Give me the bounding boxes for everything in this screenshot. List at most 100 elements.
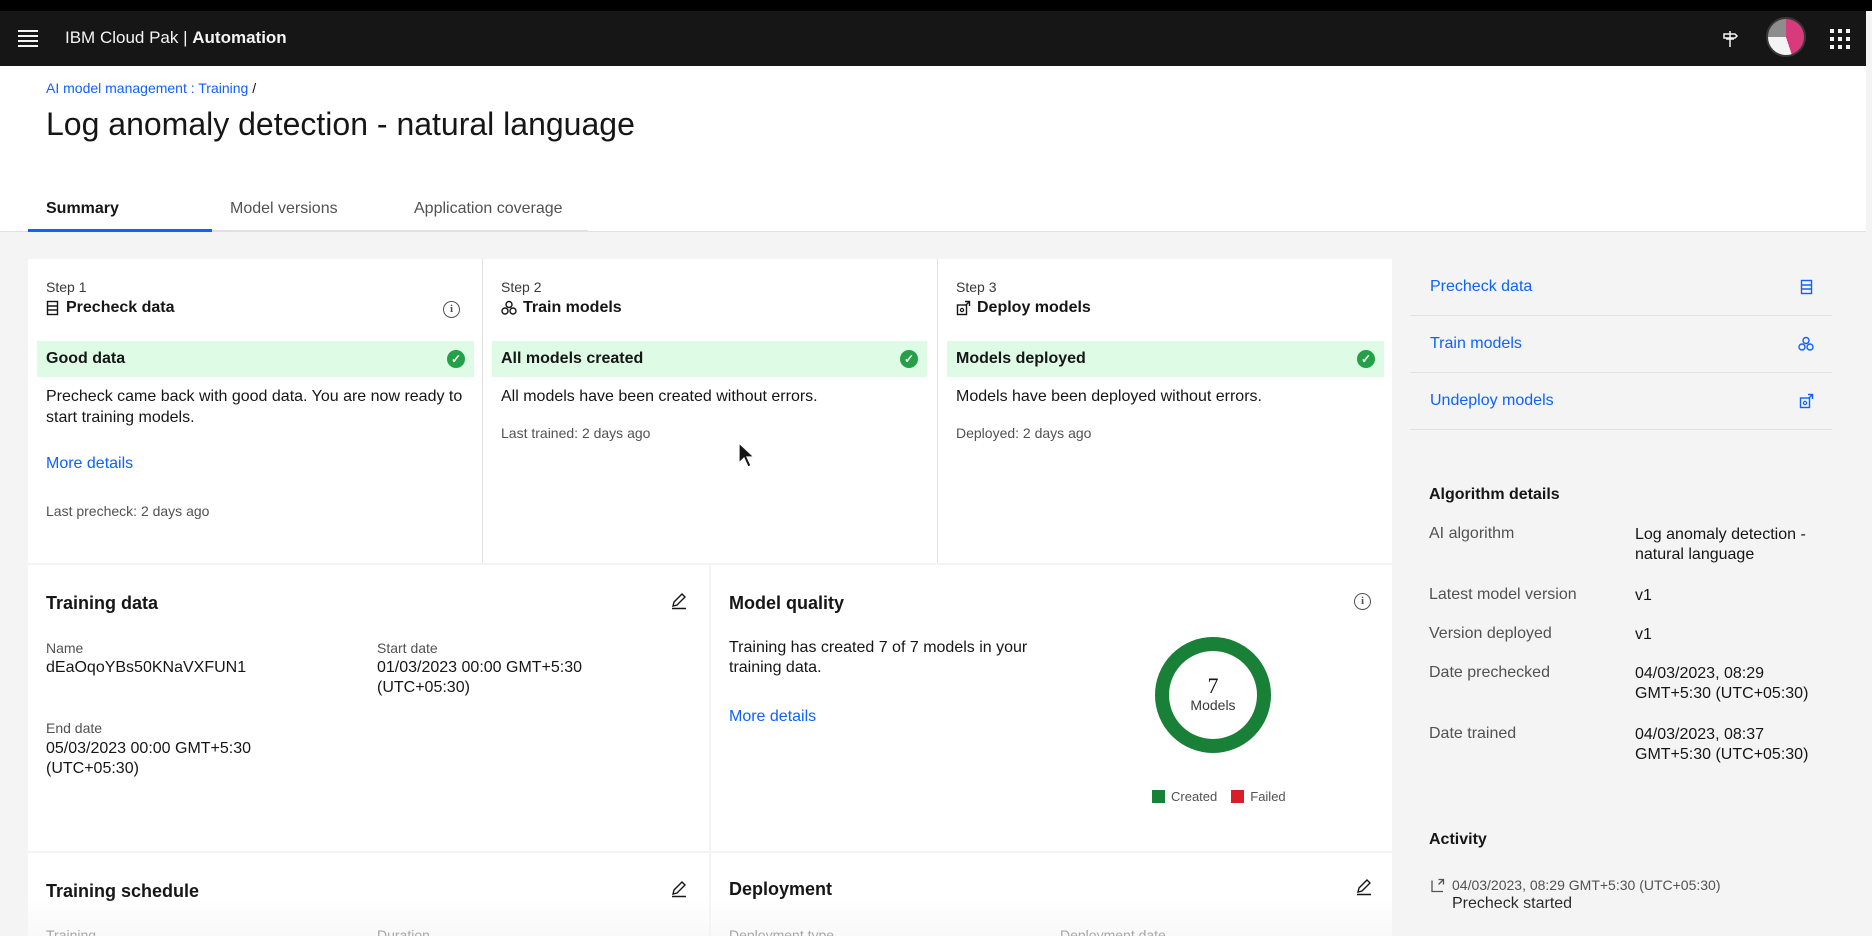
avatar[interactable]: [1766, 17, 1806, 57]
train-icon: [1798, 336, 1814, 351]
breadcrumb: AI model management : Training /: [46, 80, 256, 96]
activity-timestamp: 04/03/2023, 08:29 GMT+5:30 (UTC+05:30): [1452, 877, 1721, 893]
training-schedule-card: Training schedule Training Duration: [28, 853, 709, 936]
action-label: Train models: [1430, 335, 1522, 352]
tab-model-versions[interactable]: Model versions: [212, 196, 396, 232]
step-title: Precheck data: [46, 299, 175, 317]
top-strip: [0, 0, 1872, 11]
step-precheck: Step 1 Precheck data i Good data ✓ Prech…: [28, 259, 483, 563]
detail-value: 04/03/2023, 08:29 GMT+5:30 (UTC+05:30): [1635, 665, 1809, 702]
brand-name: Automation: [192, 28, 287, 47]
step-title-text: Train models: [523, 299, 622, 316]
app-header: IBM Cloud Pak | Automation: [0, 11, 1872, 66]
breadcrumb-link[interactable]: AI model management : Training: [46, 80, 248, 96]
status-text: All models created: [501, 350, 644, 367]
undeploy-models-action[interactable]: Undeploy models: [1410, 373, 1832, 430]
checkmark-icon: ✓: [447, 350, 465, 368]
signpost-icon[interactable]: [1716, 25, 1744, 53]
detail-value: 04/03/2023, 08:37 GMT+5:30 (UTC+05:30): [1635, 726, 1809, 763]
step-meta: Deployed: 2 days ago: [956, 425, 1092, 441]
legend-label-failed: Failed: [1250, 789, 1286, 804]
legend-label-created: Created: [1171, 789, 1218, 804]
detail-label: Version deployed: [1429, 625, 1552, 642]
side-actions: Precheck data Train models Undeploy mode…: [1410, 259, 1832, 430]
detail-value: Log anomaly detection - natural language: [1635, 526, 1806, 563]
step-deploy: Step 3 Deploy models Models deployed ✓ M…: [938, 259, 1393, 563]
training-data-card: Training data Name dEaOqoYBs50KNaVXFUN1 …: [28, 565, 709, 851]
model-quality-card: Model quality i Training has created 7 o…: [711, 565, 1392, 851]
step-meta: Last precheck: 2 days ago: [46, 503, 210, 519]
train-models-action[interactable]: Train models: [1410, 316, 1832, 373]
step-number: Step 2: [501, 279, 542, 295]
section-title: Training schedule: [46, 881, 200, 901]
edit-icon[interactable]: [670, 592, 690, 612]
menu-icon[interactable]: [18, 30, 38, 47]
action-label: Precheck data: [1430, 278, 1533, 295]
precheck-icon: [46, 300, 59, 316]
chart-legend: Created Failed: [1152, 789, 1286, 804]
step-number: Step 3: [956, 279, 997, 295]
start-date-label: Start date: [377, 640, 438, 656]
edit-icon[interactable]: [1355, 878, 1375, 898]
step-title: Deploy models: [956, 299, 1091, 317]
app-switcher-icon[interactable]: [1826, 25, 1854, 53]
start-date-value: 01/03/2023 00:00 GMT+5:30 (UTC+05:30): [377, 659, 583, 696]
legend-swatch-failed: [1231, 790, 1245, 803]
more-details-link[interactable]: More details: [46, 455, 133, 473]
section-title: Model quality: [729, 593, 845, 613]
detail-label: Date prechecked: [1429, 664, 1550, 681]
info-icon[interactable]: i: [443, 301, 460, 318]
precheck-data-action[interactable]: Precheck data: [1410, 259, 1832, 316]
mouse-cursor-icon: [738, 442, 754, 468]
deployment-type-label: Deployment type: [729, 927, 835, 936]
duration-label: Duration: [377, 927, 430, 936]
checkmark-icon: ✓: [900, 350, 918, 368]
section-title: Deployment: [729, 879, 833, 899]
tab-summary[interactable]: Summary: [28, 196, 212, 232]
brand-prefix: IBM Cloud Pak |: [65, 28, 193, 47]
step-description: Precheck came back with good data. You a…: [46, 388, 463, 426]
detail-value: v1: [1635, 587, 1652, 604]
train-icon: [501, 300, 517, 315]
step-title: Train models: [501, 299, 622, 317]
detail-label: AI algorithm: [1429, 525, 1515, 542]
page-edge: [1866, 11, 1872, 936]
deployment-card: Deployment Deployment type Deployment da…: [711, 853, 1392, 936]
status-banner: Good data ✓: [37, 341, 474, 377]
action-label: Undeploy models: [1430, 392, 1554, 409]
undeploy-icon: [1799, 393, 1814, 409]
detail-label: Date trained: [1429, 725, 1517, 742]
legend-swatch-created: [1152, 790, 1165, 803]
activity-precheck-icon: [1431, 878, 1445, 893]
page-title: Log anomaly detection - natural language: [46, 106, 635, 142]
more-details-link[interactable]: More details: [729, 707, 816, 727]
deployment-date-label: Deployment date: [1060, 927, 1166, 936]
deploy-icon: [956, 300, 971, 316]
step-train: Step 2 Train models All models created ✓…: [483, 259, 938, 563]
section-title: Training data: [46, 593, 159, 613]
step-meta: Last trained: 2 days ago: [501, 425, 651, 441]
name-value: dEaOqoYBs50KNaVXFUN1: [46, 659, 247, 676]
tab-list: Summary Model versions Application cover…: [28, 196, 588, 232]
status-banner: Models deployed ✓: [947, 341, 1384, 377]
quality-description: Training has created 7 of 7 models in yo…: [729, 639, 1028, 676]
training-label: Training: [46, 927, 97, 936]
info-icon[interactable]: i: [1354, 593, 1371, 610]
status-banner: All models created ✓: [492, 341, 927, 377]
step-title-text: Deploy models: [977, 299, 1091, 316]
tab-application-coverage[interactable]: Application coverage: [396, 196, 588, 232]
algorithm-details-title: Algorithm details: [1429, 486, 1560, 503]
activity-text: Precheck started: [1452, 895, 1573, 912]
end-date-value: 05/03/2023 00:00 GMT+5:30 (UTC+05:30): [46, 740, 252, 777]
step-description: All models have been created without err…: [501, 388, 818, 405]
status-text: Good data: [46, 350, 126, 367]
steps-card: Step 1 Precheck data i Good data ✓ Prech…: [28, 259, 1392, 563]
checkmark-icon: ✓: [1357, 350, 1375, 368]
precheck-icon: [1800, 279, 1813, 295]
donut-count: 7: [1208, 673, 1219, 698]
edit-icon[interactable]: [670, 880, 690, 900]
breadcrumb-separator: /: [248, 80, 257, 96]
status-text: Models deployed: [956, 350, 1086, 367]
detail-label: Latest model version: [1429, 586, 1577, 603]
brand[interactable]: IBM Cloud Pak | Automation: [65, 28, 287, 48]
